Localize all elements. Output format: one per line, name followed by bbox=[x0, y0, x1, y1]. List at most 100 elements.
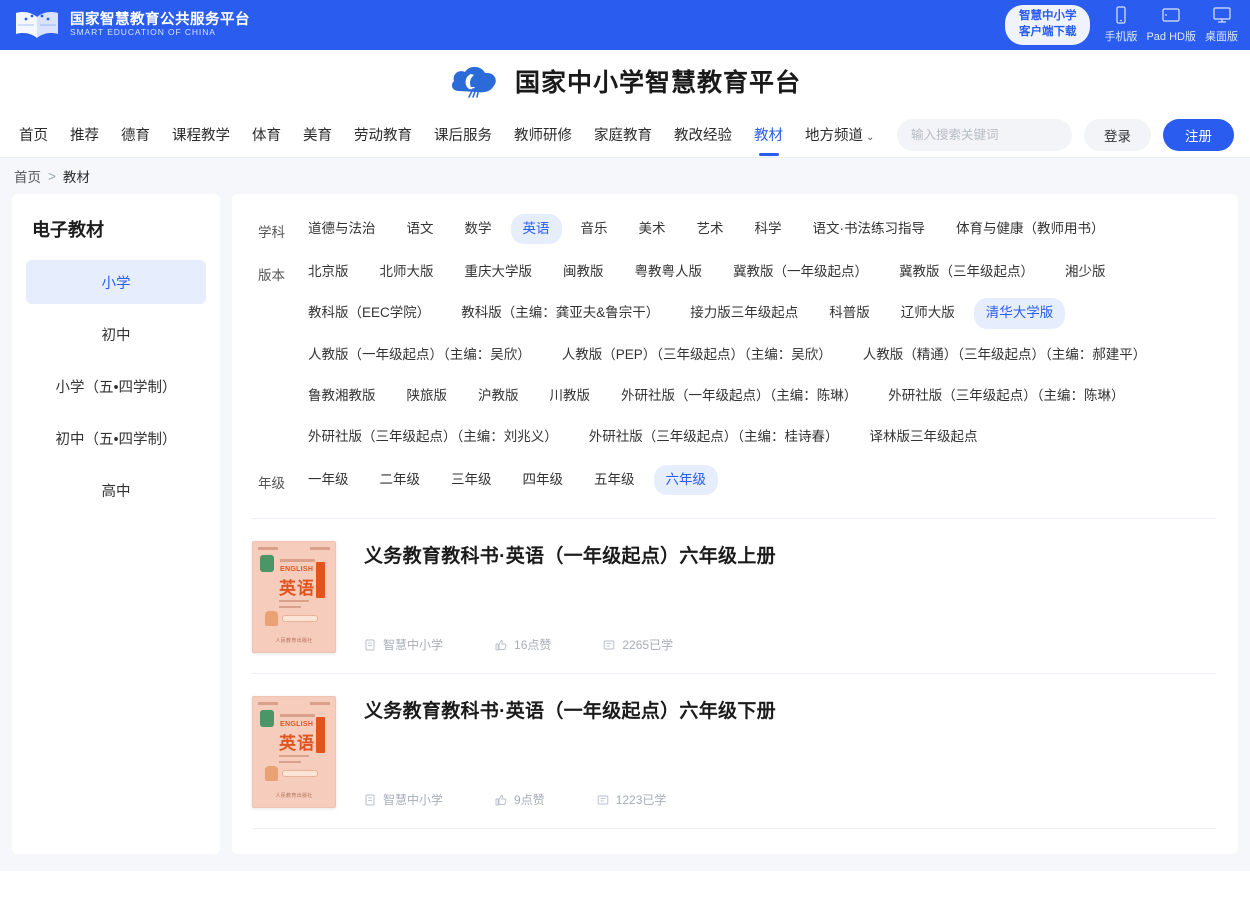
chip-label: 教科版（主编：龚亚夫&鲁宗干） bbox=[461, 305, 660, 321]
sidebar-item-junior-54[interactable]: 初中（五•四学制） bbox=[26, 416, 206, 460]
chip-version-12[interactable]: 辽师大版 bbox=[889, 298, 967, 328]
chip-version-10[interactable]: 接力版三年级起点 bbox=[678, 298, 810, 328]
nav-item-family-education[interactable]: 家庭教育 bbox=[583, 112, 663, 158]
chip-label: 一年级 bbox=[308, 472, 349, 488]
book-list-item[interactable]: ENGLISH 英语 人民教育出版社 义务教育教科书·英语（一年级起点）六年级上… bbox=[252, 519, 1216, 675]
chip-version-24[interactable]: 外研社版（三年级起点）（主编：桂诗春） bbox=[577, 422, 851, 452]
chip-version-2[interactable]: 重庆大学版 bbox=[453, 257, 545, 287]
chip-grade-5[interactable]: 六年级 bbox=[653, 465, 718, 496]
nav-item-sports[interactable]: 体育 bbox=[241, 112, 292, 158]
chip-version-17[interactable]: 鲁教湘教版 bbox=[296, 381, 388, 411]
chip-version-13[interactable]: 清华大学版 bbox=[973, 298, 1066, 329]
page-body: 首页 > 教材 电子教材 小学 初中 小学（五•四学制） 初中（五•四学制） 高… bbox=[0, 158, 1250, 871]
government-topbar: 国家智慧教育公共服务平台 SMART EDUCATION OF CHINA 智慧… bbox=[0, 0, 1250, 50]
chip-version-3[interactable]: 闽教版 bbox=[551, 257, 616, 287]
book-list-item[interactable]: ENGLISH 英语 人民教育出版社 义务教育教科书·英语（一年级起点）六年级下… bbox=[252, 674, 1216, 830]
chip-version-14[interactable]: 人教版（一年级起点）（主编：吴欣） bbox=[296, 340, 543, 370]
chip-subject-4[interactable]: 音乐 bbox=[569, 214, 620, 244]
chip-subject-1[interactable]: 语文 bbox=[395, 214, 446, 244]
nav-item-recommend[interactable]: 推荐 bbox=[59, 112, 110, 158]
client-download-line2: 客户端下载 bbox=[1018, 26, 1077, 38]
gov-brand[interactable]: 国家智慧教育公共服务平台 SMART EDUCATION OF CHINA bbox=[14, 8, 250, 42]
chip-label: 数学 bbox=[464, 221, 492, 236]
chip-label: 艺术 bbox=[696, 221, 724, 236]
chip-grade-1[interactable]: 二年级 bbox=[368, 465, 433, 495]
chip-subject-2[interactable]: 数学 bbox=[453, 214, 504, 244]
register-button[interactable]: 注册 bbox=[1163, 118, 1234, 151]
likes-label: 9点赞 bbox=[514, 793, 545, 808]
chip-version-18[interactable]: 陕旅版 bbox=[395, 381, 460, 411]
chip-version-1[interactable]: 北师大版 bbox=[368, 257, 446, 287]
chip-subject-7[interactable]: 科学 bbox=[743, 214, 794, 244]
sidebar-item-primary[interactable]: 小学 bbox=[26, 260, 206, 304]
client-download-button[interactable]: 智慧中小学 客户端下载 bbox=[1004, 5, 1091, 45]
nav-item-arts[interactable]: 美育 bbox=[292, 112, 343, 158]
publisher-label: 智慧中小学 bbox=[383, 638, 444, 653]
nav-item-local-channel[interactable]: 地方频道 ⌄ bbox=[794, 112, 885, 158]
topbar-actions: 智慧中小学 客户端下载 手机版 Pad HD版 桌面版 bbox=[1004, 5, 1238, 45]
nav-item-textbooks[interactable]: 教材 bbox=[743, 112, 794, 158]
chip-version-6[interactable]: 冀教版（三年级起点） bbox=[887, 257, 1046, 287]
device-link-mobile[interactable]: 手机版 bbox=[1104, 6, 1137, 44]
device-link-desktop[interactable]: 桌面版 bbox=[1205, 6, 1238, 44]
chip-version-20[interactable]: 川教版 bbox=[538, 381, 603, 411]
chip-version-4[interactable]: 粤教粤人版 bbox=[623, 257, 715, 287]
site-brand[interactable]: 国家中小学智慧教育平台 bbox=[449, 61, 801, 101]
nav-item-labor[interactable]: 劳动教育 bbox=[343, 112, 423, 158]
chip-label: 语文 bbox=[406, 221, 434, 236]
chip-version-21[interactable]: 外研社版（一年级起点）（主编：陈琳） bbox=[609, 381, 869, 411]
chip-version-9[interactable]: 教科版（主编：龚亚夫&鲁宗干） bbox=[449, 298, 671, 328]
book-icon bbox=[364, 639, 376, 651]
chip-subject-8[interactable]: 语文·书法练习指导 bbox=[801, 214, 938, 244]
nav-item-afterschool[interactable]: 课后服务 bbox=[423, 112, 503, 158]
chip-label: 五年级 bbox=[594, 472, 635, 488]
breadcrumb-home[interactable]: 首页 bbox=[14, 166, 41, 186]
chip-version-0[interactable]: 北京版 bbox=[296, 257, 361, 287]
chip-grade-2[interactable]: 三年级 bbox=[439, 465, 504, 495]
sidebar-item-junior[interactable]: 初中 bbox=[26, 312, 206, 356]
login-button[interactable]: 登录 bbox=[1084, 118, 1151, 151]
sidebar-item-primary-54[interactable]: 小学（五•四学制） bbox=[26, 364, 206, 408]
chevron-down-icon: ⌄ bbox=[866, 131, 875, 143]
nav-item-curriculum[interactable]: 课程教学 bbox=[161, 112, 241, 158]
main-navigation: 首页 推荐 德育 课程教学 体育 美育 劳动教育 课后服务 教师研修 家庭教育 … bbox=[0, 112, 1250, 158]
chip-subject-3[interactable]: 英语 bbox=[510, 214, 562, 245]
chip-subject-5[interactable]: 美术 bbox=[627, 214, 678, 244]
chip-label: 人教版（一年级起点）（主编：吴欣） bbox=[308, 346, 531, 362]
filter-row-grade: 年级 一年级 二年级 三年级 四年级 五年级 六年级 bbox=[252, 463, 1216, 504]
chip-subject-0[interactable]: 道德与法治 bbox=[296, 214, 388, 244]
nav-item-teacher-training[interactable]: 教师研修 bbox=[503, 112, 583, 158]
chip-version-16[interactable]: 人教版（精通）（三年级起点）（主编：郝建平） bbox=[851, 340, 1159, 370]
publisher-label: 智慧中小学 bbox=[383, 793, 444, 808]
chip-subject-9[interactable]: 体育与健康（教师用书） bbox=[944, 214, 1117, 244]
sidebar-item-senior[interactable]: 高中 bbox=[26, 468, 206, 512]
chip-label: 音乐 bbox=[580, 221, 608, 236]
chip-version-25[interactable]: 译林版三年级起点 bbox=[858, 422, 990, 452]
cover-chinese-title: 英语 bbox=[279, 734, 315, 754]
filter-label-version: 版本 bbox=[258, 268, 285, 284]
chip-grade-4[interactable]: 五年级 bbox=[582, 465, 647, 495]
chip-label: 外研社版（三年级起点）（主编：桂诗春） bbox=[588, 428, 839, 444]
chip-grade-3[interactable]: 四年级 bbox=[511, 465, 576, 495]
chip-subject-6[interactable]: 艺术 bbox=[685, 214, 736, 244]
content-area: 电子教材 小学 初中 小学（五•四学制） 初中（五•四学制） 高中 学科 道德与… bbox=[12, 194, 1238, 854]
meta-likes: 16点赞 bbox=[495, 636, 551, 653]
chip-version-23[interactable]: 外研社版（三年级起点）（主编：刘兆义） bbox=[296, 422, 570, 452]
chip-version-7[interactable]: 湘少版 bbox=[1053, 257, 1118, 287]
search-input[interactable] bbox=[911, 127, 1072, 142]
chip-version-5[interactable]: 冀教版（一年级起点） bbox=[721, 257, 880, 287]
chip-version-8[interactable]: 教科版（EEC学院） bbox=[296, 298, 442, 328]
chip-version-22[interactable]: 外研社版（三年级起点）（主编：陈琳） bbox=[876, 381, 1136, 411]
nav-item-home[interactable]: 首页 bbox=[8, 112, 59, 158]
chip-grade-0[interactable]: 一年级 bbox=[296, 465, 361, 495]
nav-item-reform-experience[interactable]: 教改经验 bbox=[663, 112, 743, 158]
chip-label: 科学 bbox=[754, 221, 782, 236]
nav-item-moral[interactable]: 德育 bbox=[110, 112, 161, 158]
device-link-pad[interactable]: Pad HD版 bbox=[1146, 6, 1196, 44]
chip-version-15[interactable]: 人教版（PEP）（三年级起点）（主编：吴欣） bbox=[550, 340, 844, 370]
chip-version-19[interactable]: 沪教版 bbox=[466, 381, 531, 411]
search-box[interactable] bbox=[897, 118, 1072, 151]
chip-version-11[interactable]: 科普版 bbox=[817, 298, 882, 328]
book-title: 义务教育教科书·英语（一年级起点）六年级上册 bbox=[364, 546, 776, 568]
book-title: 义务教育教科书·英语（一年级起点）六年级下册 bbox=[364, 701, 776, 723]
